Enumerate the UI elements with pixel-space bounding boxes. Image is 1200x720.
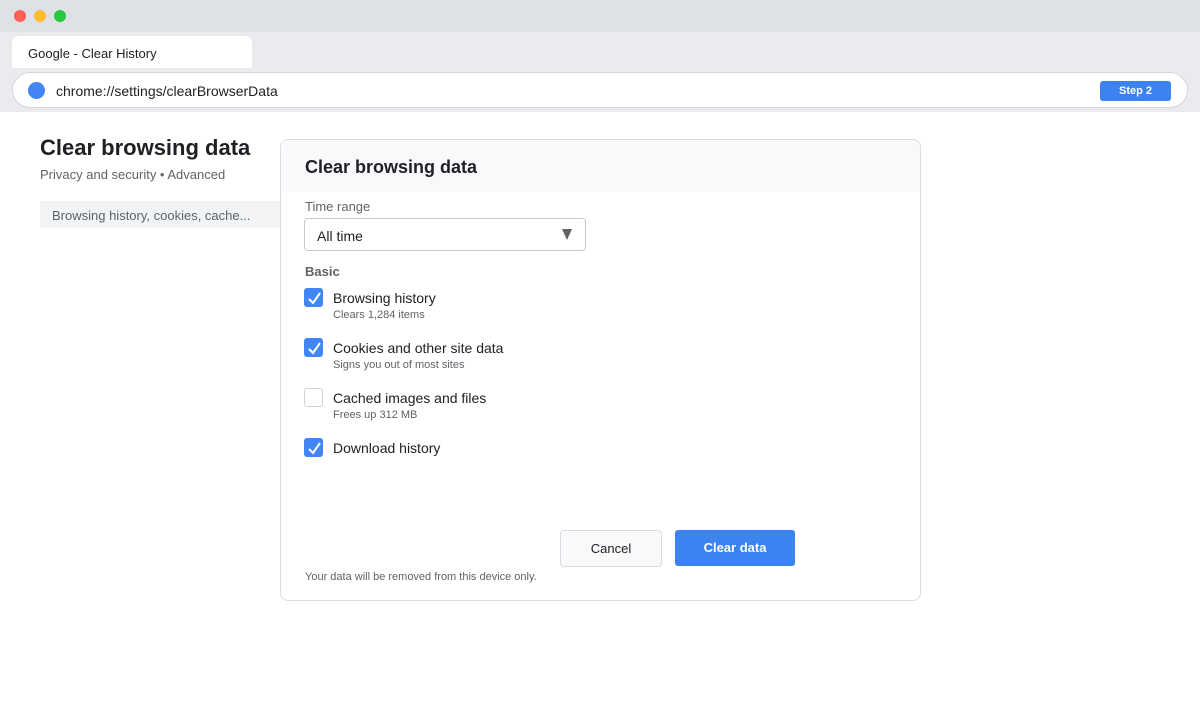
dropdown-arrow-icon [562,229,572,240]
option-sublabel: Clears 1,284 items [333,309,425,321]
tab-title: Google - Clear History [28,46,157,61]
settings-search-field[interactable]: Browsing history, cookies, cache... [40,201,280,228]
minimize-window-button[interactable] [34,10,46,22]
browsing-history-checkbox[interactable] [304,288,323,307]
option-cookies[interactable]: Cookies and other site data Signs you ou… [304,338,704,378]
basic-section-label: Basic [305,264,340,279]
browser-toolbar: chrome://settings/clearBrowserData Step … [0,68,1200,112]
clear-data-button[interactable]: Clear data [675,530,795,566]
page-title: Clear browsing data [40,135,251,160]
download-history-checkbox[interactable] [304,438,323,457]
close-window-button[interactable] [14,10,26,22]
search-text: Browsing history, cookies, cache... [52,208,251,223]
option-download-history[interactable]: Download history [304,438,704,478]
cancel-button[interactable]: Cancel [560,530,662,567]
option-label: Cached images and files [333,390,487,406]
option-browsing-history[interactable]: Browsing history Clears 1,284 items [304,288,704,328]
breadcrumb: Privacy and security • Advanced [40,167,226,182]
dialog-header: Clear browsing data [281,140,920,192]
time-range-value: All time [317,228,363,244]
address-bar[interactable]: chrome://settings/clearBrowserData Step … [12,72,1188,108]
url-text: chrome://settings/clearBrowserData [56,83,278,99]
checkmark-icon [308,292,321,305]
checkmark-icon [308,342,321,355]
site-info-icon[interactable] [28,82,45,99]
clear-browsing-data-dialog: Clear browsing data Time range All time … [280,139,921,601]
step-badge: Step 2 [1100,81,1171,101]
option-sublabel: Signs you out of most sites [333,359,465,371]
checkmark-icon [308,442,321,455]
window-titlebar [0,0,1200,32]
option-label: Cookies and other site data [333,340,504,356]
cookies-checkbox[interactable] [304,338,323,357]
browser-tab[interactable]: Google - Clear History [12,36,252,68]
time-range-select[interactable]: All time [304,218,586,251]
tab-strip: Google - Clear History [0,32,1200,68]
dialog-title: Clear browsing data [305,157,478,177]
option-label: Download history [333,440,441,456]
footer-note: Your data will be removed from this devi… [305,571,537,583]
cached-images-checkbox[interactable] [304,388,323,407]
option-sublabel: Frees up 312 MB [333,409,418,421]
time-range-label: Time range [305,199,371,214]
option-label: Browsing history [333,290,436,306]
option-cached-images[interactable]: Cached images and files Frees up 312 MB [304,388,704,428]
maximize-window-button[interactable] [54,10,66,22]
